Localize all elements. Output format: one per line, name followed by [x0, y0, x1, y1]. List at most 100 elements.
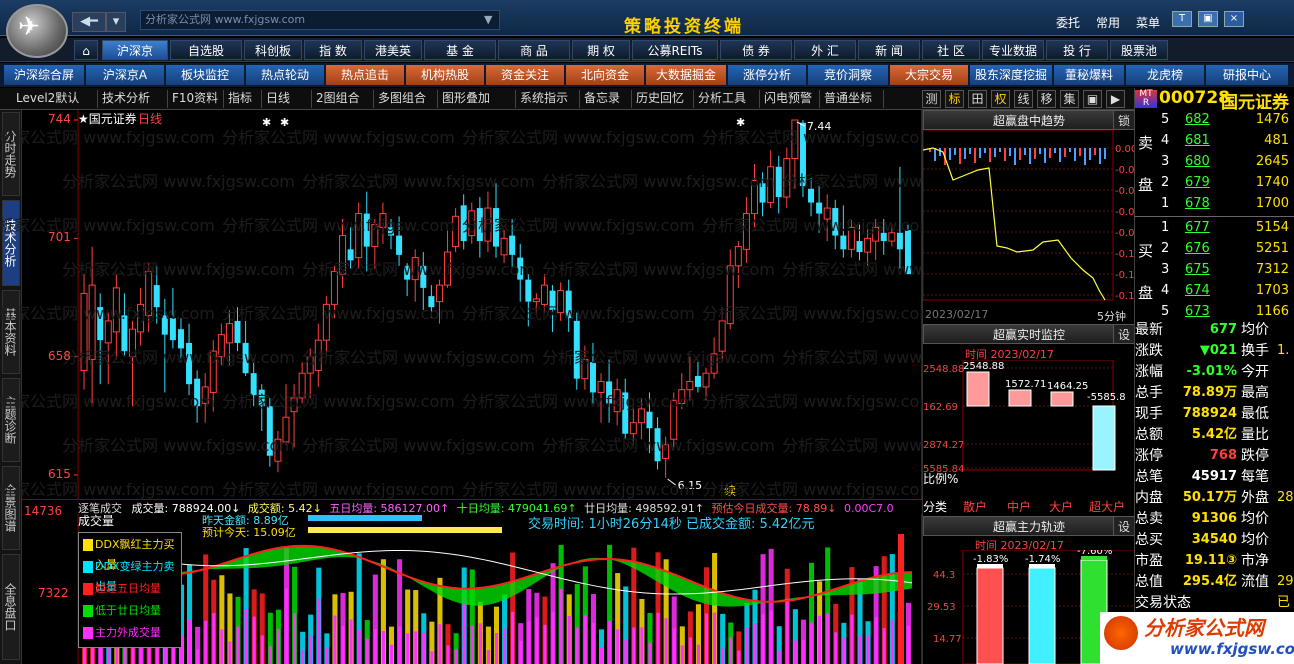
price[interactable]: 677	[1185, 218, 1210, 238]
feature-13[interactable]: 董秘爆料	[1054, 65, 1124, 85]
menu-10[interactable]: 外 汇	[794, 40, 856, 60]
inner-volume-bar	[753, 623, 757, 664]
trend-header[interactable]: 超赢盘中趋势	[923, 110, 1135, 130]
feature-4[interactable]: 热点追击	[326, 65, 404, 85]
inner-volume-bar	[494, 633, 499, 664]
stat-key: 总手	[1135, 385, 1163, 401]
feature-11[interactable]: 大宗交易	[890, 65, 968, 85]
left-tab-0[interactable]: 分时走势	[2, 112, 20, 196]
kline-chart[interactable]: ★国元证券 日线 7.44 6.15 续 ✱ ✱ ✱ 分析家公式网 www.fxjgsw.…	[0, 110, 1015, 500]
tool-9[interactable]: 备忘录	[580, 90, 632, 108]
volume: 1166	[1255, 304, 1289, 319]
monitor-setting-button[interactable]: 设	[1113, 324, 1135, 344]
feature-7[interactable]: 北向资金	[566, 65, 644, 85]
menu-3[interactable]: 指 数	[304, 40, 362, 60]
tool-5[interactable]: 2图组合	[312, 90, 374, 108]
menu-weituo[interactable]: 委托	[1056, 14, 1080, 31]
feature-14[interactable]: 龙虎榜	[1126, 65, 1204, 85]
tool-8[interactable]: 系统指示	[516, 90, 580, 108]
tool-11[interactable]: 分析工具	[694, 90, 760, 108]
menu-0[interactable]: 沪深京	[102, 40, 168, 60]
address-bar[interactable]: 分析家公式网 www.fxjgsw.com	[140, 10, 500, 30]
back-button[interactable]: ◀━	[72, 12, 106, 32]
tool-right-7[interactable]: ▣	[1083, 90, 1102, 108]
tool-right-0[interactable]: 测	[922, 90, 941, 108]
menu-9[interactable]: 债 券	[720, 40, 792, 60]
tool-right-8[interactable]: ▶	[1106, 90, 1125, 108]
price[interactable]: 679	[1185, 173, 1210, 193]
track-header[interactable]: 超赢主力轨迹	[923, 516, 1135, 536]
maximize-button[interactable]: ▣	[1198, 11, 1218, 27]
menu-12[interactable]: 社 区	[922, 40, 980, 60]
left-tab-2[interactable]: 基本资料	[2, 290, 20, 374]
menu-6[interactable]: 商 品	[498, 40, 570, 60]
tool-4[interactable]: 日线	[262, 90, 312, 108]
left-tab-3[interactable]: 主题诊断	[2, 378, 20, 462]
tool-10[interactable]: 历史回忆	[632, 90, 694, 108]
menu-7[interactable]: 期 权	[572, 40, 630, 60]
home-icon[interactable]: ⌂	[74, 40, 98, 60]
feature-3[interactable]: 热点轮动	[246, 65, 324, 85]
price[interactable]: 680	[1185, 152, 1210, 172]
tool-13[interactable]: 普通坐标	[820, 90, 884, 108]
tool-right-5[interactable]: 移	[1037, 90, 1056, 108]
menu-14[interactable]: 投 行	[1046, 40, 1108, 60]
tool-3[interactable]: 指标	[224, 90, 262, 108]
menu-1[interactable]: 自选股	[170, 40, 242, 60]
feature-8[interactable]: 大数据掘金	[646, 65, 726, 85]
theme-button[interactable]: T	[1172, 11, 1192, 27]
feature-5[interactable]: 机构热股	[406, 65, 484, 85]
tool-right-3[interactable]: 权	[991, 90, 1010, 108]
price[interactable]: 675	[1185, 260, 1210, 280]
close-button[interactable]: ×	[1224, 11, 1244, 27]
price[interactable]: 682	[1185, 110, 1210, 130]
track-setting-button[interactable]: 设	[1113, 516, 1135, 536]
price[interactable]: 678	[1185, 194, 1210, 214]
price[interactable]: 673	[1185, 302, 1210, 322]
tool-12[interactable]: 闪电预警	[760, 90, 820, 108]
price[interactable]: 676	[1185, 239, 1210, 259]
trend-period[interactable]: 5分钟	[1097, 308, 1126, 324]
mtr-icon[interactable]: MT R	[1135, 90, 1157, 108]
monitor-header[interactable]: 超赢实时监控	[923, 324, 1135, 344]
price[interactable]: 674	[1185, 281, 1210, 301]
price[interactable]: 681	[1185, 131, 1210, 151]
feature-0[interactable]: 沪深综合屏	[4, 65, 84, 85]
tool-0[interactable]: Level2默认	[12, 90, 98, 108]
trend-bar	[1029, 148, 1031, 164]
menu-caidan[interactable]: 菜单	[1136, 14, 1160, 31]
menu-2[interactable]: 科创板	[244, 40, 302, 60]
left-tab-1[interactable]: 技术分析	[2, 200, 20, 286]
candle	[153, 265, 160, 324]
feature-1[interactable]: 沪深京A	[86, 65, 164, 85]
track-bar	[1028, 567, 1056, 664]
left-tab-4[interactable]: 全景图谱	[2, 466, 20, 550]
track-tick: 14.77	[933, 634, 962, 645]
dropdown-button[interactable]: ▾	[106, 12, 126, 32]
feature-10[interactable]: 竞价洞察	[808, 65, 888, 85]
menu-8[interactable]: 公募REITs	[632, 40, 718, 60]
menu-15[interactable]: 股票池	[1110, 40, 1168, 60]
feature-2[interactable]: 板块监控	[166, 65, 244, 85]
tool-right-6[interactable]: 集	[1060, 90, 1079, 108]
tool-6[interactable]: 多图组合	[374, 90, 438, 108]
menu-changyong[interactable]: 常用	[1096, 14, 1120, 31]
tool-right-4[interactable]: 线	[1014, 90, 1033, 108]
tool-right-2[interactable]: 田	[968, 90, 987, 108]
tool-7[interactable]: 图形叠加	[438, 90, 516, 108]
feature-9[interactable]: 涨停分析	[728, 65, 806, 85]
tool-right-1[interactable]: 标	[945, 90, 964, 108]
menu-5[interactable]: 基 金	[424, 40, 496, 60]
left-tab-5[interactable]: 全息盘口	[2, 554, 20, 660]
tool-2[interactable]: F10资料	[168, 90, 224, 108]
lock-button[interactable]: 锁	[1113, 110, 1135, 130]
tool-1[interactable]: 技术分析	[98, 90, 168, 108]
address-dropdown-icon[interactable]: ▼	[484, 13, 492, 26]
feature-12[interactable]: 股东深度挖掘	[970, 65, 1052, 85]
menu-13[interactable]: 专业数据	[982, 40, 1044, 60]
feature-6[interactable]: 资金关注	[486, 65, 564, 85]
menu-11[interactable]: 新 闻	[858, 40, 920, 60]
inner-volume-bar	[252, 616, 256, 664]
feature-15[interactable]: 研报中心	[1206, 65, 1288, 85]
menu-4[interactable]: 港美英	[364, 40, 422, 60]
